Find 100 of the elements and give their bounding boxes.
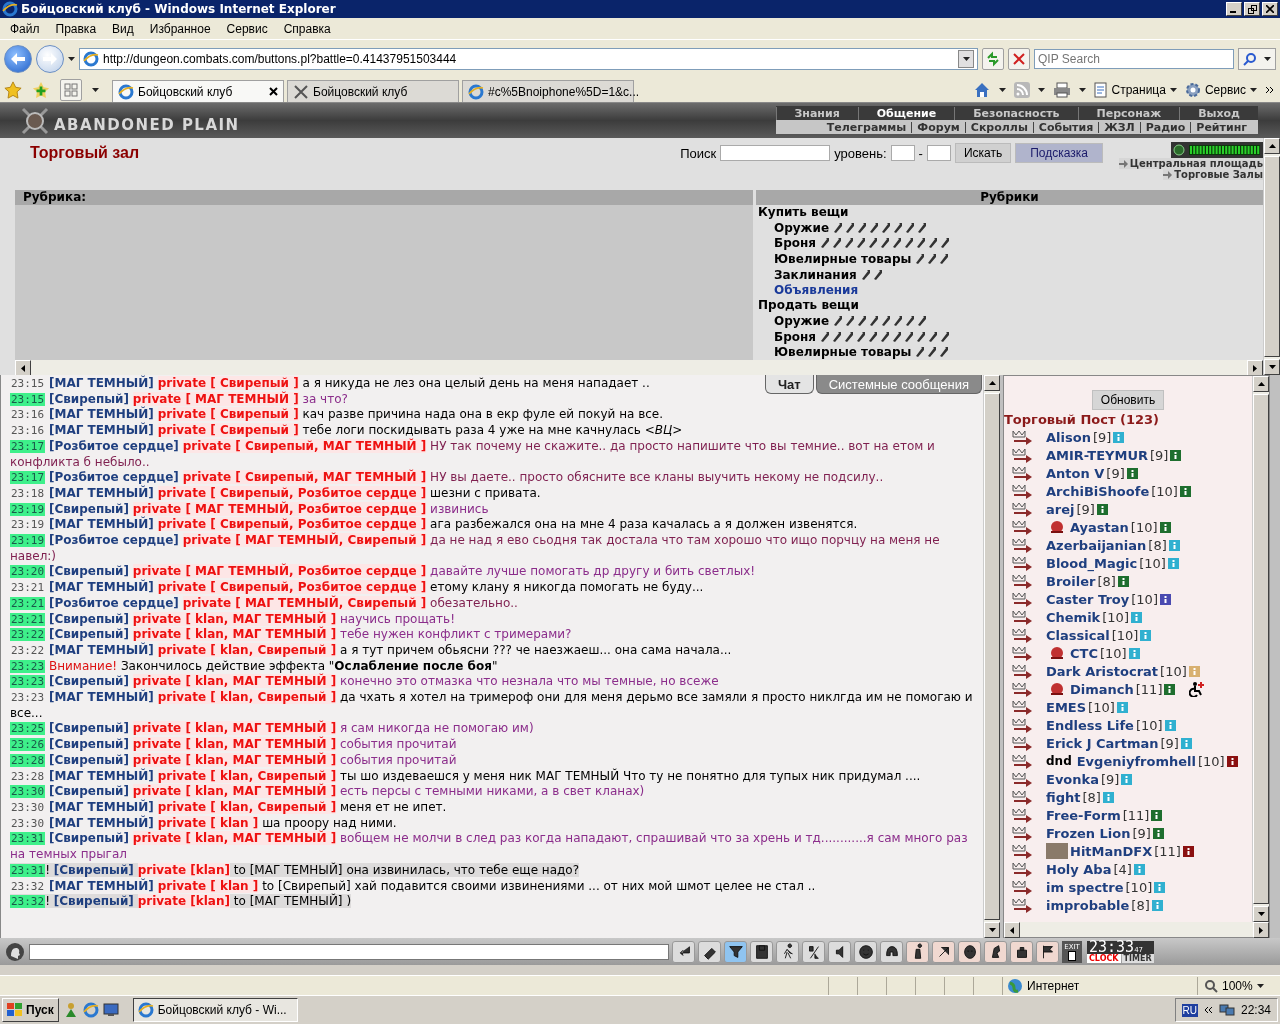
item-icons-drawing[interactable] [819, 330, 951, 343]
chevron-icon[interactable] [1265, 86, 1274, 94]
up-arrow-icon[interactable] [1257, 382, 1265, 386]
private-arrow-icon[interactable] [1012, 861, 1034, 877]
level-from-input[interactable] [890, 145, 915, 161]
arrow-icon[interactable] [1118, 159, 1129, 168]
private-arrow-icon[interactable] [1012, 735, 1034, 751]
user-name[interactable]: AMIR-TEYMUR [1046, 447, 1148, 463]
private-arrow-icon[interactable] [1012, 465, 1034, 481]
user-name[interactable]: Evonka [1046, 771, 1099, 787]
nav-link[interactable]: Рейтинг [1190, 121, 1252, 133]
user-name[interactable]: arej [1046, 501, 1075, 517]
item-icons-drawing[interactable] [859, 268, 884, 281]
category-link[interactable]: Броня [774, 329, 816, 344]
private-arrow-icon[interactable] [1012, 897, 1034, 913]
up-arrow-icon[interactable] [1268, 144, 1276, 148]
info-icon[interactable] [1159, 521, 1171, 533]
tools-menu-button[interactable]: Сервис [1184, 82, 1257, 98]
taskbar-task[interactable]: Бойцовский клуб - Wi... [132, 998, 298, 1022]
user-name[interactable]: HitManDFX [1070, 843, 1153, 859]
info-icon[interactable] [1182, 845, 1194, 857]
user-name[interactable]: fight [1046, 789, 1081, 805]
minimize-button[interactable] [1226, 2, 1242, 16]
magnifier-icon[interactable] [1204, 978, 1218, 993]
private-arrow-icon[interactable] [1012, 717, 1034, 733]
menu-item[interactable]: Файл [2, 21, 48, 36]
printer-icon[interactable] [1052, 82, 1071, 98]
windows-flag-icon[interactable] [7, 1003, 23, 1017]
private-arrow-icon[interactable] [1012, 879, 1034, 895]
browser-tab[interactable]: Бойцовский клуб [112, 80, 284, 102]
private-arrow-icon[interactable] [1012, 771, 1034, 787]
user-name[interactable]: Erick J Cartman [1046, 735, 1159, 751]
private-arrow-icon[interactable] [1012, 753, 1034, 769]
user-name[interactable]: Chemik [1046, 609, 1101, 625]
category-link[interactable]: Броня [774, 236, 816, 251]
desktop-icon[interactable] [102, 1003, 119, 1017]
private-arrow-icon[interactable] [1012, 843, 1034, 859]
info-icon[interactable] [1117, 575, 1129, 587]
location-link[interactable]: Центральная площадь [1118, 158, 1263, 169]
close-tab-icon[interactable] [269, 87, 278, 96]
down-arrow-icon[interactable] [1268, 365, 1276, 369]
level-to-input[interactable] [926, 145, 951, 161]
info-icon[interactable] [1126, 467, 1138, 479]
language-indicator[interactable]: RU [1181, 1003, 1198, 1017]
user-name[interactable]: Free-Form [1046, 807, 1121, 823]
nav-tab[interactable]: Безопасность [954, 106, 1078, 120]
menu-item[interactable]: Избранное [141, 21, 219, 36]
private-arrow-icon[interactable] [1012, 807, 1034, 823]
user-name[interactable]: CTC [1070, 645, 1098, 661]
user-name[interactable]: Dimanch [1070, 681, 1134, 697]
chat-tab[interactable]: Чат [764, 375, 814, 394]
stop-icon[interactable] [1013, 53, 1025, 65]
nav-link[interactable]: События [1032, 121, 1099, 133]
browser-tab[interactable]: Бойцовский клуб [287, 80, 459, 102]
info-icon[interactable] [1226, 755, 1238, 767]
announcements-link[interactable]: Объявления [774, 283, 859, 298]
private-arrow-icon[interactable] [1012, 555, 1034, 571]
category-link[interactable]: Оружие [774, 313, 830, 328]
private-arrow-icon[interactable] [1012, 573, 1034, 589]
door-icon[interactable] [1068, 950, 1076, 961]
nav-link[interactable]: Форум [911, 121, 965, 133]
menu-item[interactable]: Сервис [218, 21, 276, 36]
item-icons-drawing[interactable] [819, 237, 951, 250]
private-arrow-icon[interactable] [1012, 537, 1034, 553]
user-name[interactable]: Ayastan [1070, 519, 1129, 535]
user-name[interactable]: improbable [1046, 897, 1130, 913]
start-button[interactable]: Пуск [2, 998, 59, 1022]
user-name[interactable]: Holy Aba [1046, 861, 1112, 877]
back-button[interactable] [4, 45, 32, 73]
private-arrow-icon[interactable] [1012, 591, 1034, 607]
nav-link[interactable]: ЖЗЛ [1098, 121, 1140, 133]
menu-item[interactable]: Справка [275, 21, 339, 36]
close-icon[interactable] [1266, 5, 1274, 13]
info-icon[interactable] [1152, 827, 1164, 839]
vertical-scrollbar[interactable] [1252, 376, 1269, 922]
back-arrow-icon[interactable] [11, 53, 25, 65]
speaking-head-icon[interactable] [4, 941, 26, 962]
nav-link[interactable]: Радио [1139, 121, 1191, 133]
nav-tab[interactable]: Выход [1179, 106, 1258, 120]
private-arrow-icon[interactable] [1012, 429, 1034, 445]
info-icon[interactable] [1096, 503, 1108, 515]
hint-button[interactable]: Подсказка [1015, 143, 1103, 163]
down-arrow-icon[interactable] [1257, 912, 1265, 916]
info-icon[interactable] [1159, 593, 1171, 605]
private-arrow-icon[interactable] [1012, 447, 1034, 463]
nav-tab[interactable]: Знания [775, 106, 858, 120]
user-name[interactable]: Azerbaijanian [1046, 537, 1147, 553]
user-name[interactable]: Classical [1046, 627, 1110, 643]
info-icon[interactable] [1164, 683, 1176, 695]
horizontal-scrollbar[interactable] [1004, 922, 1269, 937]
nav-tab[interactable]: Общение [857, 106, 955, 120]
private-arrow-icon[interactable] [1012, 825, 1034, 841]
private-arrow-icon[interactable] [1012, 699, 1034, 715]
category-link[interactable]: Ювелирные товары [774, 252, 912, 267]
chat-input[interactable] [29, 943, 669, 960]
search-button[interactable] [1238, 48, 1276, 70]
double-chevron-icon[interactable] [1203, 1006, 1213, 1014]
search-submit-button[interactable]: Искать [954, 143, 1012, 163]
private-arrow-icon[interactable] [1012, 519, 1034, 535]
arrow-icon[interactable] [1163, 170, 1174, 179]
